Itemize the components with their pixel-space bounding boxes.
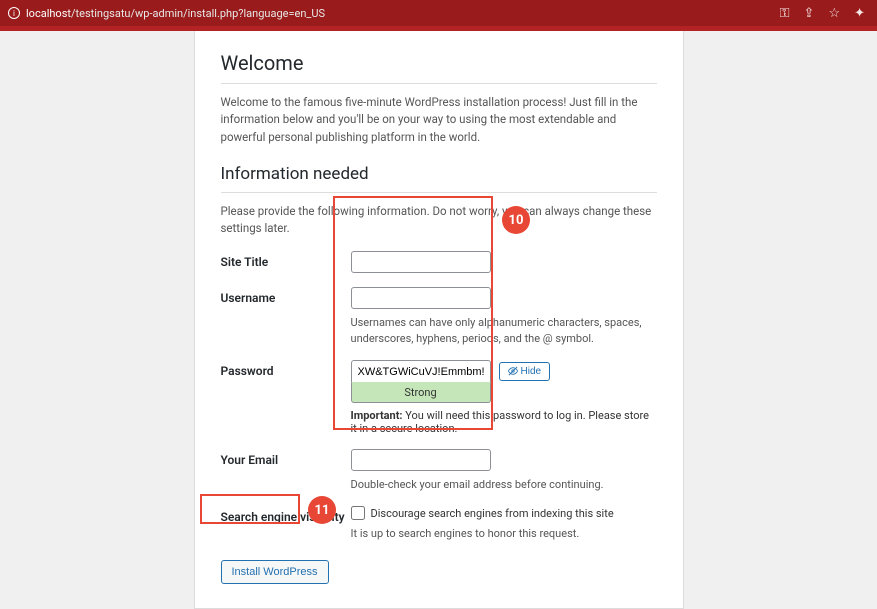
info-heading: Information needed [221, 164, 657, 184]
eye-slash-icon [508, 366, 518, 376]
search-visibility-checkbox-label: Discourage search engines from indexing … [371, 507, 614, 520]
site-title-input[interactable] [351, 251, 491, 273]
email-help: Double-check your email address before c… [351, 477, 657, 492]
install-card: Welcome Welcome to the famous five-minut… [194, 31, 684, 609]
password-label: Password [221, 360, 351, 378]
search-visibility-checkbox[interactable] [351, 506, 365, 520]
install-wordpress-button[interactable]: Install WordPress [221, 560, 329, 584]
info-text: Please provide the following information… [221, 203, 657, 238]
divider [221, 192, 657, 193]
search-visibility-label: Search engine visibility [221, 506, 351, 524]
hide-password-button[interactable]: Hide [499, 362, 551, 381]
star-icon[interactable]: ☆ [828, 6, 840, 21]
welcome-text: Welcome to the famous five-minute WordPr… [221, 94, 657, 146]
search-visibility-note: It is up to search engines to honor this… [351, 526, 657, 541]
email-label: Your Email [221, 449, 351, 467]
password-input[interactable] [351, 360, 491, 382]
username-label: Username [221, 287, 351, 305]
site-info-icon[interactable]: i [8, 7, 20, 19]
key-icon[interactable]: ⚿ [780, 6, 790, 21]
share-icon[interactable]: ⇪ [804, 6, 815, 21]
email-input[interactable] [351, 449, 491, 471]
browser-address-bar: i localhost/testingsatu/wp-admin/install… [0, 0, 877, 26]
url-text[interactable]: localhost/testingsatu/wp-admin/install.p… [26, 7, 325, 20]
username-input[interactable] [351, 287, 491, 309]
password-strength: Strong [351, 382, 491, 403]
extensions-icon[interactable]: ✦ [854, 6, 865, 21]
site-title-label: Site Title [221, 251, 351, 269]
divider [221, 83, 657, 84]
username-help: Usernames can have only alphanumeric cha… [351, 315, 657, 346]
welcome-heading: Welcome [221, 51, 657, 75]
password-important-note: Important: You will need this password t… [351, 409, 657, 435]
